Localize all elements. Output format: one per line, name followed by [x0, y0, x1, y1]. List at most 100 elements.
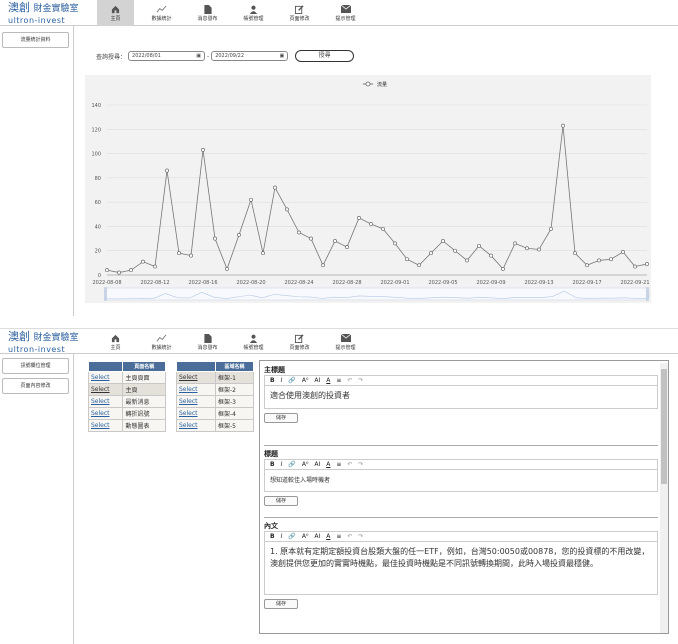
- nav-item-home[interactable]: 主頁: [97, 329, 134, 355]
- editor-toolbar: B I 🔗 A⁰ AI A ≡ ↶ ↷: [264, 459, 658, 469]
- nav-item-edit[interactable]: 頁面修改: [281, 329, 318, 355]
- select-link[interactable]: Select: [176, 419, 216, 432]
- data-point: [345, 245, 349, 249]
- editor-toolbar: B I 🔗 A⁰ AI A ≡ ↶ ↷: [264, 375, 658, 385]
- save-button[interactable]: 儲存: [264, 413, 298, 423]
- undo-icon[interactable]: ↶: [347, 461, 352, 468]
- link-icon[interactable]: 🔗: [288, 533, 295, 540]
- x-tick-label: 2022-08-20: [236, 280, 265, 286]
- text-color-icon[interactable]: A: [326, 533, 330, 540]
- calendar-icon[interactable]: ▣: [279, 53, 284, 59]
- nav-item-chart[interactable]: 數據統計: [143, 329, 180, 355]
- title-editor[interactable]: 想知道較佳入場時機者: [264, 469, 658, 492]
- page-edit-button[interactable]: 頁面內容修改: [2, 378, 69, 394]
- vertical-scrollbar[interactable]: [660, 363, 668, 633]
- nav-item-user[interactable]: 帳號管理: [235, 329, 272, 355]
- body-editor[interactable]: 1. 原本就有定期定額投資台股類大盤的任一ETF，例如，台灣50:0050或00…: [264, 541, 658, 595]
- nav-item-document[interactable]: 消息發布: [189, 0, 226, 26]
- home-icon: [111, 333, 120, 343]
- table-row: Select 框架-3: [176, 395, 255, 408]
- font-size-icon[interactable]: A⁰: [302, 377, 309, 384]
- date-separator: -: [207, 52, 210, 60]
- text-color-icon[interactable]: A: [326, 377, 330, 384]
- nav-item-home[interactable]: 主頁: [97, 0, 134, 26]
- link-icon[interactable]: 🔗: [288, 377, 295, 384]
- bold-icon[interactable]: B: [270, 533, 275, 540]
- signal-field-button[interactable]: 訊號欄位管理: [2, 358, 69, 374]
- select-link[interactable]: Select: [87, 371, 124, 384]
- bold-icon[interactable]: B: [270, 377, 275, 384]
- nav-item-edit[interactable]: 頁面修改: [281, 0, 318, 26]
- main-title-editor[interactable]: 適合使用澳創的投資者: [264, 385, 658, 409]
- traffic-stats-button[interactable]: 流量統計資料: [2, 32, 69, 48]
- section-title: 主標題: [264, 366, 285, 374]
- ai-icon[interactable]: AI: [314, 533, 320, 540]
- data-point: [489, 253, 493, 258]
- link-icon[interactable]: 🔗: [288, 461, 295, 468]
- calendar-icon[interactable]: ▣: [196, 53, 201, 59]
- data-point: [213, 236, 217, 241]
- data-point: [201, 148, 205, 152]
- select-link[interactable]: Select: [176, 407, 216, 420]
- redo-icon[interactable]: ↷: [358, 461, 363, 468]
- ai-icon[interactable]: AI: [314, 461, 320, 468]
- align-icon[interactable]: ≡: [336, 533, 341, 540]
- nav-item-document[interactable]: 消息發布: [189, 329, 226, 355]
- italic-icon[interactable]: I: [281, 377, 283, 384]
- date-to-input[interactable]: 2022/09/22 ▣: [211, 51, 289, 61]
- text-color-icon[interactable]: A: [326, 461, 330, 468]
- font-size-icon[interactable]: A⁰: [302, 461, 309, 468]
- select-link[interactable]: Select: [87, 395, 124, 408]
- italic-icon[interactable]: I: [281, 461, 283, 468]
- query-button[interactable]: 授尋: [295, 50, 355, 62]
- font-size-icon[interactable]: A⁰: [302, 533, 309, 540]
- row-name: 框架-5: [214, 419, 255, 432]
- save-button[interactable]: 儲存: [264, 599, 298, 609]
- align-icon[interactable]: ≡: [336, 377, 341, 384]
- undo-icon[interactable]: ↶: [347, 533, 352, 540]
- data-point: [189, 253, 193, 258]
- scroll-thumb[interactable]: [661, 369, 667, 484]
- x-tick-label: 2022-09-05: [428, 280, 457, 286]
- undo-icon[interactable]: ↶: [347, 377, 352, 384]
- bold-icon[interactable]: B: [270, 461, 275, 468]
- document-icon: [203, 333, 212, 343]
- select-link[interactable]: Select: [87, 383, 124, 396]
- data-point: [153, 264, 157, 269]
- select-link[interactable]: Select: [176, 371, 216, 384]
- nav-item-mail[interactable]: 提示管理: [327, 329, 364, 355]
- save-button[interactable]: 儲存: [264, 496, 298, 506]
- nav-item-user[interactable]: 帳號管理: [235, 0, 272, 26]
- date-from-input[interactable]: 2022/08/01 ▣: [128, 51, 206, 61]
- row-name: 主頁: [122, 383, 166, 396]
- x-tick-label: 2022-09-01: [380, 280, 409, 286]
- chart-svg: 0 20 40 60 80 100 120 140 2022-08-08 2022-08-12 20…: [91, 81, 650, 301]
- y-tick-label: 140: [91, 103, 101, 109]
- align-icon[interactable]: ≡: [336, 461, 341, 468]
- sidebar: 訊號欄位管理 頁面內容修改: [0, 354, 74, 644]
- select-link[interactable]: Select: [87, 407, 124, 420]
- data-point: [537, 247, 541, 252]
- nav-label: 數據統計: [151, 345, 172, 351]
- query-bar: 查詢授尋： 2022/08/01 ▣ - 2022/09/22 ▣ 授尋: [96, 50, 355, 62]
- italic-icon[interactable]: I: [281, 533, 283, 540]
- sidebar: 流量統計資料: [0, 26, 74, 316]
- select-link[interactable]: Select: [176, 383, 216, 396]
- data-point: [333, 239, 337, 243]
- y-tick-label: 20: [95, 249, 101, 255]
- ai-icon[interactable]: AI: [314, 377, 320, 384]
- x-tick-label: 2022-08-24: [284, 280, 313, 286]
- nav-item-chart[interactable]: 數據統計: [143, 0, 180, 26]
- section-title-field: 標題 B I 🔗 A⁰ AI A ≡ ↶ ↷ 想知道較佳入場時機者 儲存: [264, 449, 658, 506]
- nav-bar: 主頁 數據統計 消息發布 帳號管理 頁面修改 提示管理: [97, 0, 373, 26]
- select-link[interactable]: Select: [87, 419, 124, 432]
- logo: 澳創 財金實驗室 ultron-invest: [8, 330, 79, 354]
- redo-icon[interactable]: ↷: [358, 377, 363, 384]
- x-tick-label: 2022-09-21: [620, 280, 649, 286]
- divider: [264, 445, 658, 446]
- nav-item-mail[interactable]: 提示管理: [327, 0, 364, 26]
- zoom-handle-left: [104, 287, 107, 301]
- data-point: [441, 239, 445, 243]
- select-link[interactable]: Select: [176, 395, 216, 408]
- redo-icon[interactable]: ↷: [358, 533, 363, 540]
